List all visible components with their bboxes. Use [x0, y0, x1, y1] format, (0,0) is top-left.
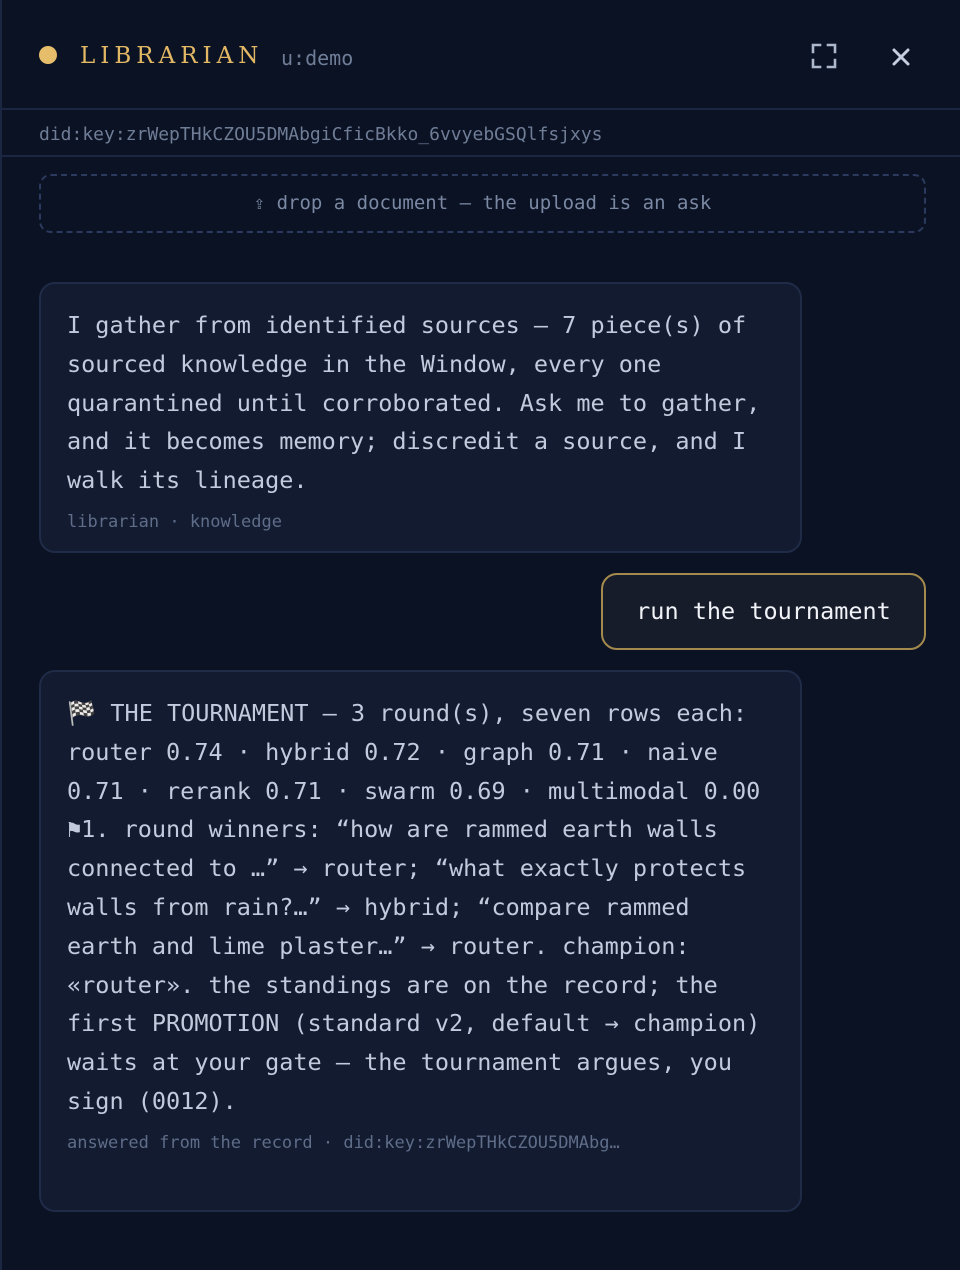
assistant-message: 🏁 THE TOURNAMENT — 3 round(s), seven row…	[39, 670, 802, 1212]
close-button[interactable]	[886, 42, 916, 72]
expand-button[interactable]	[808, 40, 840, 72]
panel-header: LIBRARIAN u:demo	[2, 0, 960, 110]
user-tag: u:demo	[281, 46, 354, 70]
expand-icon	[811, 43, 837, 69]
did-identifier: did:key:zrWepTHkCZOU5DMAbgiCficBkko_6vvy…	[39, 124, 603, 145]
message-meta: answered from the record · did:key:zrWep…	[67, 1132, 620, 1153]
close-icon	[892, 48, 910, 66]
librarian-panel: LIBRARIAN u:demo did:key:zrWepTHkCZOU5DM…	[0, 0, 960, 1270]
user-message: run the tournament	[601, 573, 926, 650]
message-text: I gather from identified sources — 7 pie…	[67, 311, 761, 495]
app-title: LIBRARIAN	[80, 43, 264, 69]
message-meta: librarian · knowledge	[67, 511, 282, 532]
identity-bar: did:key:zrWepTHkCZOU5DMAbgiCficBkko_6vvy…	[2, 110, 960, 157]
assistant-message: I gather from identified sources — 7 pie…	[39, 282, 802, 553]
message-text: 🏁 THE TOURNAMENT — 3 round(s), seven row…	[67, 699, 761, 1115]
status-dot	[39, 46, 57, 64]
upload-dropzone[interactable]: ⇪ drop a document — the upload is an ask	[39, 174, 926, 233]
